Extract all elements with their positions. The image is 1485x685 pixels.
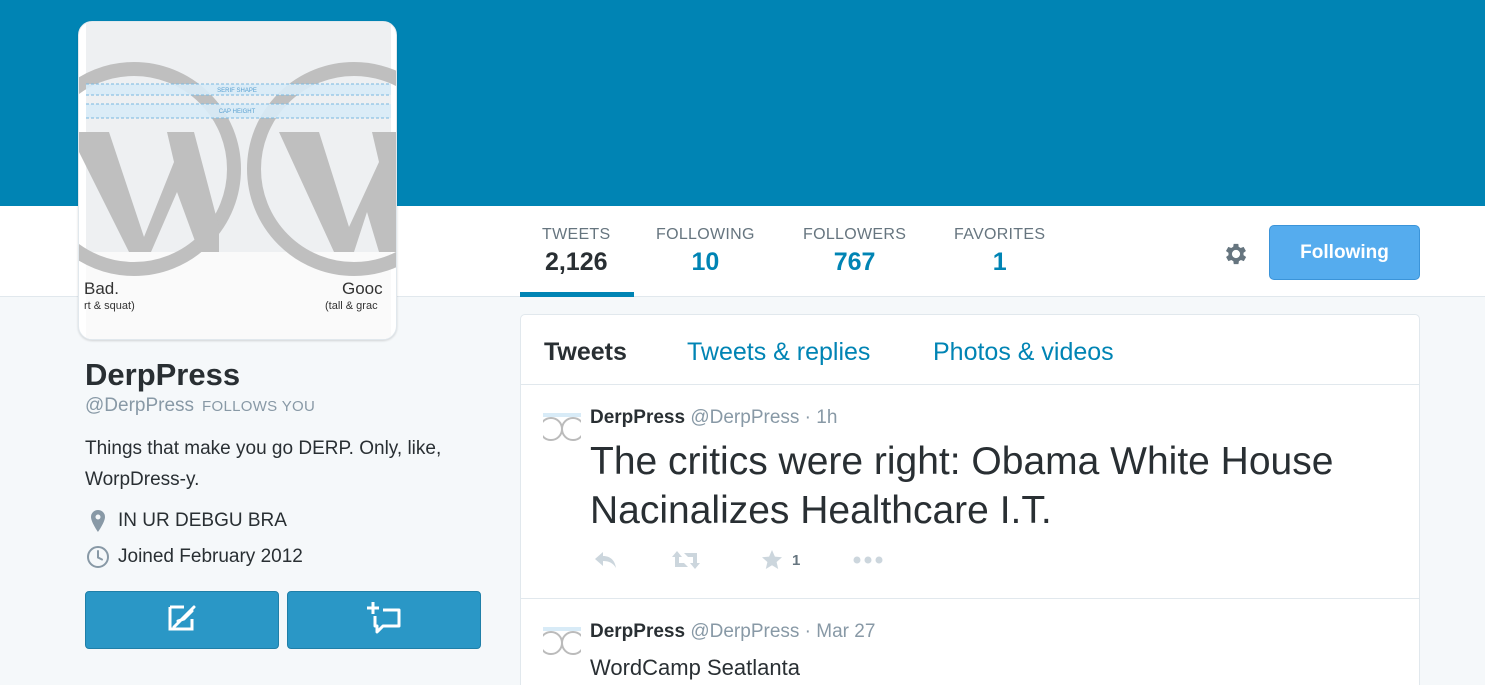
tweet-header: DerpPress @DerpPress · 1h xyxy=(590,407,837,429)
profile-location: IN UR DEBGU BRA xyxy=(85,508,287,534)
profile-avatar[interactable]: SERIF SHAPE CAP HEIGHT Bad. rt & squat) … xyxy=(78,21,397,340)
tweet-text: The critics were right: Obama White Hous… xyxy=(590,440,1334,532)
clock-icon xyxy=(85,544,111,570)
caption-bad: Bad. xyxy=(84,279,119,298)
stat-tweets-label: TWEETS xyxy=(542,226,611,243)
compose-tweet-icon xyxy=(166,603,198,638)
follows-you-badge: FOLLOWS YOU xyxy=(202,398,316,415)
tweet-header: DerpPress @DerpPress · Mar 27 xyxy=(590,621,875,643)
tweet-author-name[interactable]: DerpPress xyxy=(590,407,685,428)
profile-name[interactable]: DerpPress xyxy=(85,357,240,393)
profile-bio: Things that make you go DERP. Only, like… xyxy=(85,438,442,490)
favorite-icon[interactable]: 1 xyxy=(760,548,800,572)
profile-handle[interactable]: @DerpPress xyxy=(85,395,194,416)
tweet-timestamp[interactable]: 1h xyxy=(816,407,837,428)
gear-icon[interactable] xyxy=(1218,236,1254,272)
stat-active-indicator xyxy=(520,292,634,297)
add-to-list-icon xyxy=(367,601,401,639)
guide-label-serif: SERIF SHAPE xyxy=(217,88,257,94)
stat-following-label: FOLLOWING xyxy=(656,226,755,243)
tweet-author-name[interactable]: DerpPress xyxy=(590,621,685,642)
following-button[interactable]: Following xyxy=(1269,225,1420,280)
profile-location-text: IN UR DEBGU BRA xyxy=(118,510,287,531)
stat-following-value: 10 xyxy=(691,248,720,276)
tweet-item[interactable]: DerpPress @DerpPress · 1h The critics we… xyxy=(521,385,1419,599)
tab-tweets[interactable]: Tweets xyxy=(544,338,627,367)
caption-bad-sub: rt & squat) xyxy=(84,300,135,312)
wordpress-logo-comparison-image: SERIF SHAPE CAP HEIGHT Bad. rt & squat) … xyxy=(79,22,396,339)
profile-handle-row: @DerpPress FOLLOWS YOU xyxy=(85,395,315,417)
stat-followers-label: FOLLOWERS xyxy=(803,226,907,243)
caption-good: Gooc xyxy=(342,279,383,298)
tweet-author-avatar[interactable] xyxy=(543,621,581,659)
compose-tweet-button[interactable] xyxy=(85,591,279,649)
tweet-separator: · xyxy=(804,621,811,642)
timeline-tabs: Tweets Tweets & replies Photos & videos xyxy=(521,315,1419,385)
profile-joined-text: Joined February 2012 xyxy=(118,546,303,567)
tweet-author-handle[interactable]: @DerpPress xyxy=(690,621,799,642)
stat-favorites-label: FAVORITES xyxy=(954,226,1046,243)
stat-following[interactable]: FOLLOWING 10 xyxy=(656,226,755,277)
guide-label-cap: CAP HEIGHT xyxy=(219,109,256,115)
timeline-panel: Tweets Tweets & replies Photos & videos … xyxy=(520,314,1420,685)
location-pin-icon xyxy=(85,508,111,534)
stat-followers-value: 767 xyxy=(833,248,876,276)
stat-tweets-value: 2,126 xyxy=(544,248,608,276)
more-options-icon[interactable] xyxy=(852,555,884,565)
reply-icon[interactable] xyxy=(593,550,619,570)
tweet-author-handle[interactable]: @DerpPress xyxy=(690,407,799,428)
caption-good-sub: (tall & grac xyxy=(325,300,378,312)
profile-joined: Joined February 2012 xyxy=(85,544,303,570)
add-to-list-button[interactable] xyxy=(287,591,481,649)
tweet-author-avatar[interactable] xyxy=(543,407,581,445)
stat-followers[interactable]: FOLLOWERS 767 xyxy=(803,226,906,277)
tab-tweets-replies[interactable]: Tweets & replies xyxy=(687,338,870,367)
stat-tweets[interactable]: TWEETS 2,126 xyxy=(542,226,610,277)
stat-favorites-value: 1 xyxy=(992,248,1007,276)
tab-photos-videos[interactable]: Photos & videos xyxy=(933,338,1114,367)
tweet-text: WordCamp Seatlanta xyxy=(590,655,800,680)
favorite-count: 1 xyxy=(792,551,801,569)
tweet-timestamp[interactable]: Mar 27 xyxy=(816,621,875,642)
tweet-actions: 1 xyxy=(590,548,884,572)
tweet-separator: · xyxy=(804,407,811,428)
tweet-item[interactable]: DerpPress @DerpPress · Mar 27 WordCamp S… xyxy=(521,599,1419,685)
stat-favorites[interactable]: FAVORITES 1 xyxy=(954,226,1045,277)
retweet-icon[interactable] xyxy=(670,549,702,571)
